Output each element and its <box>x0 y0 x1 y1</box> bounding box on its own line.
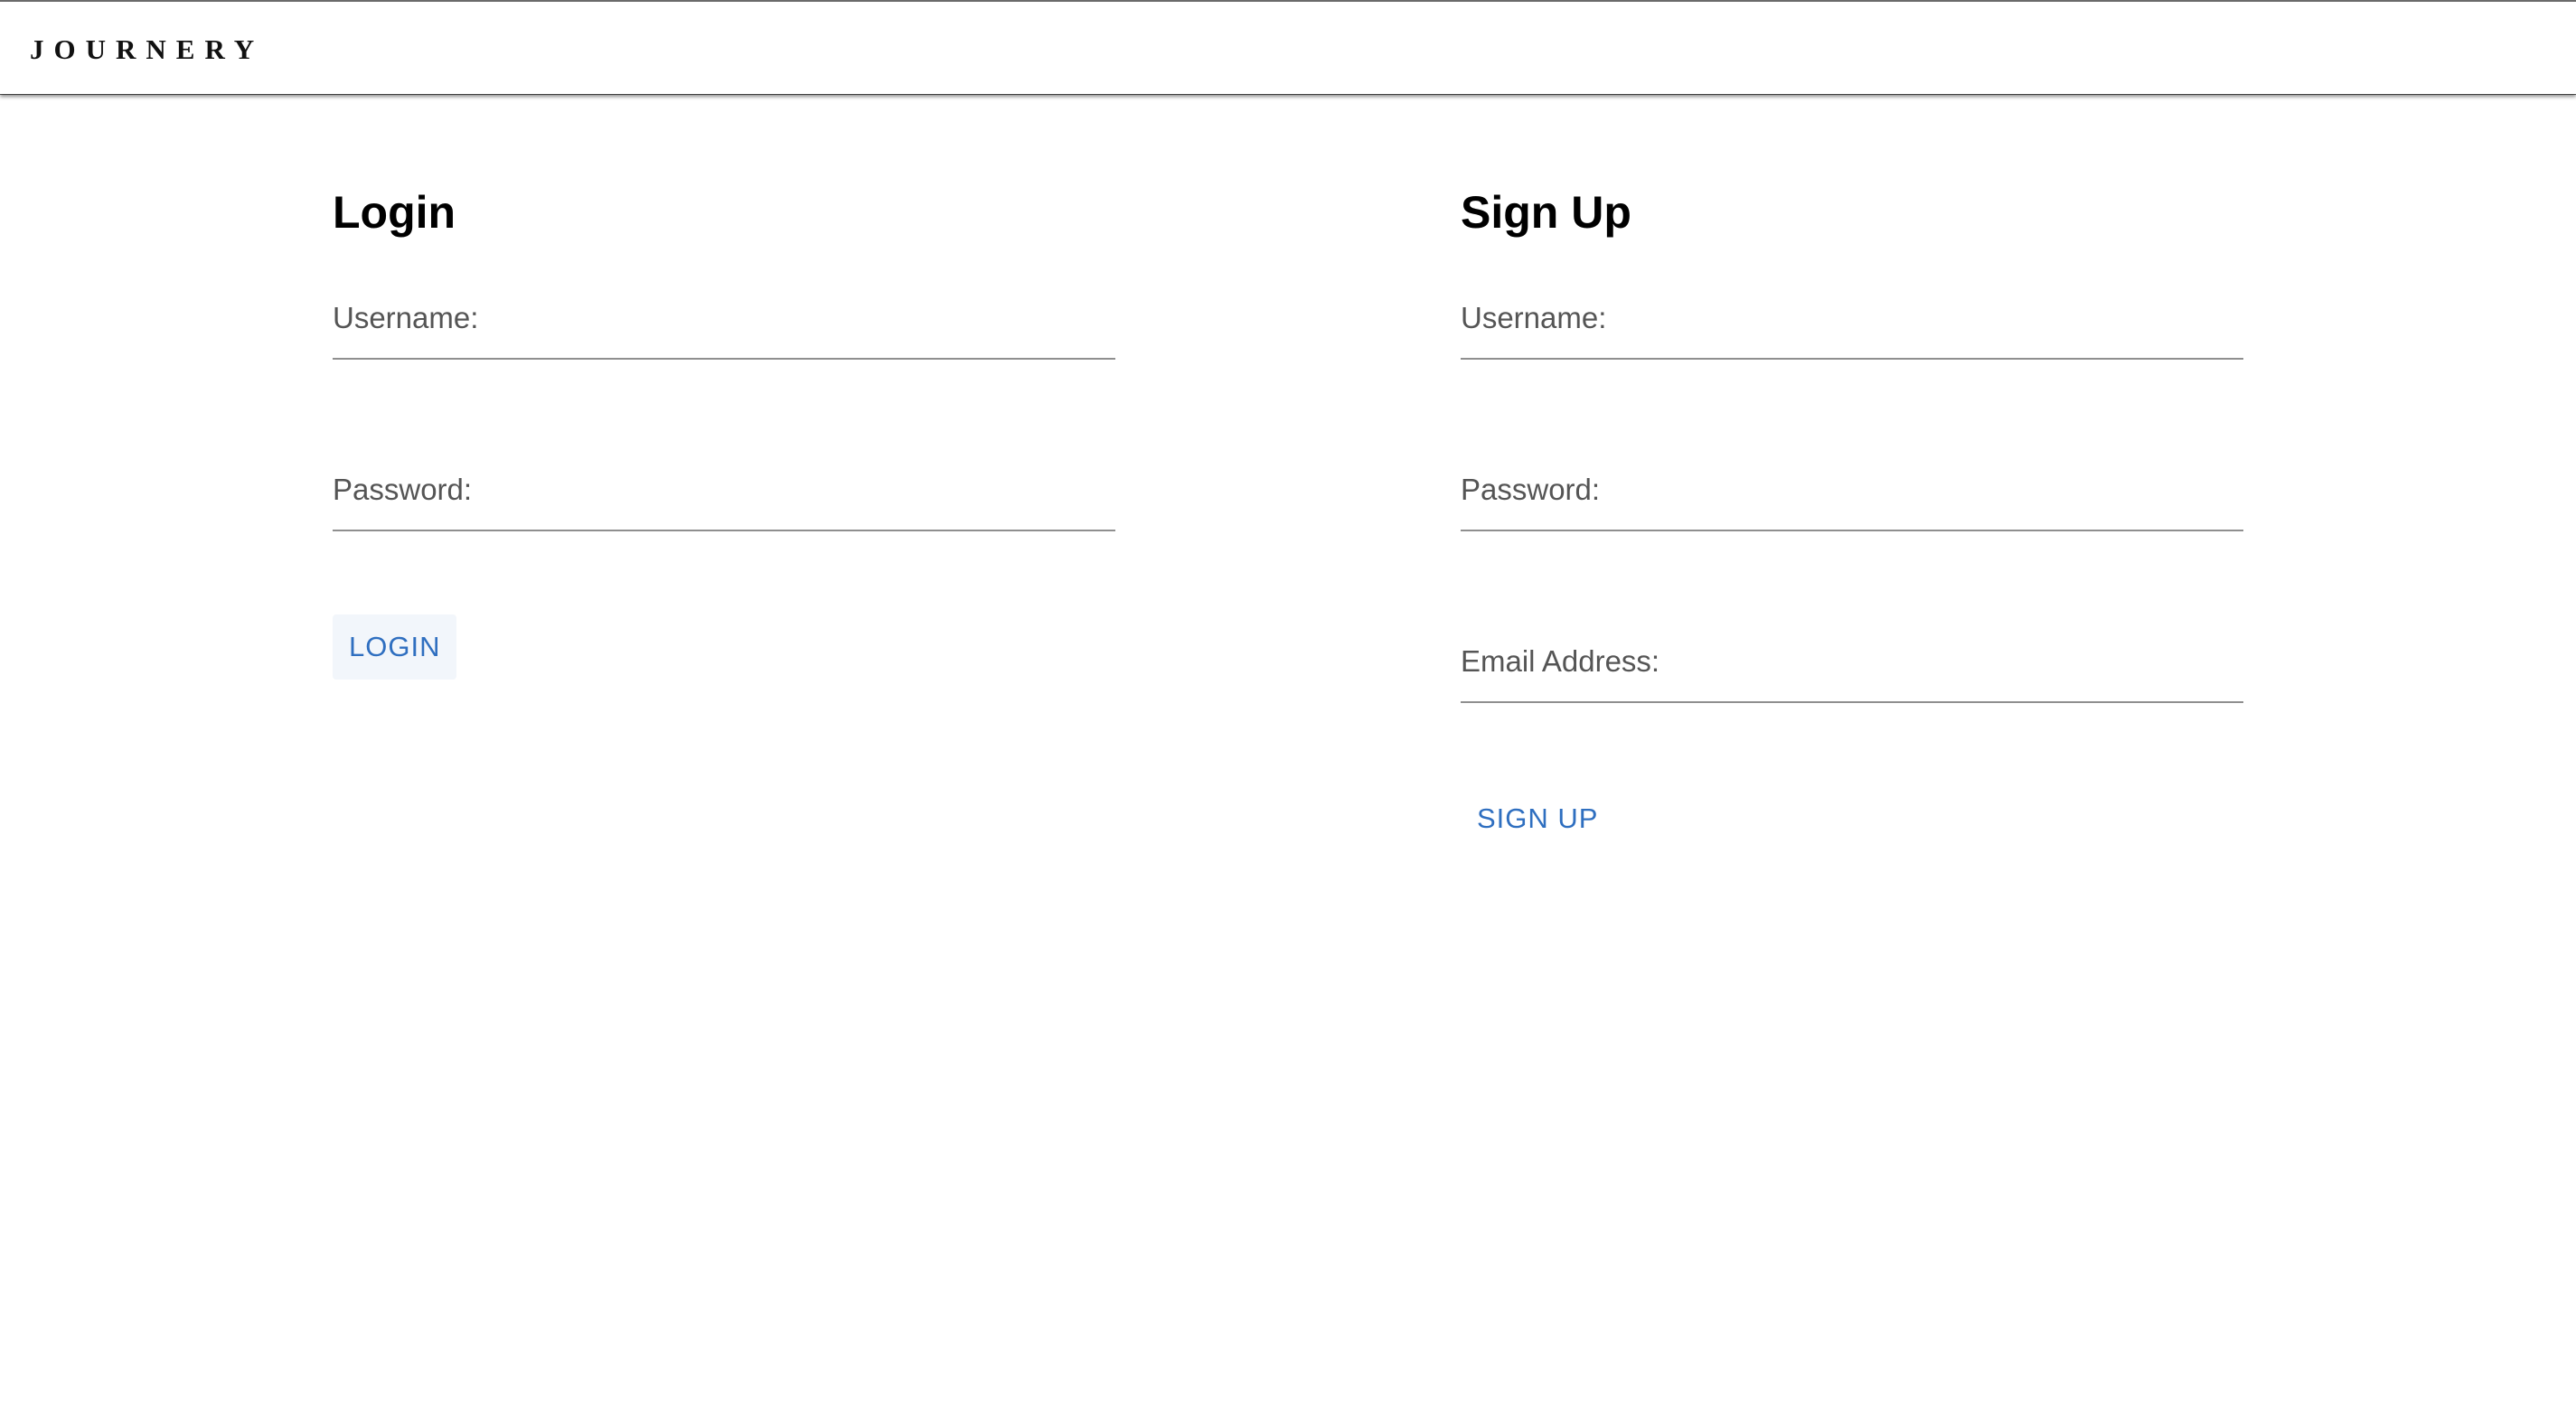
top-app-bar: JOURNERY <box>0 0 2576 94</box>
login-password-input[interactable] <box>333 530 1115 531</box>
signup-username-input[interactable] <box>1461 358 2243 360</box>
login-button[interactable]: LOGIN <box>333 614 457 680</box>
login-password-field: Password: <box>333 416 1115 587</box>
signup-username-label: Username: <box>1461 301 1607 334</box>
login-title: Login <box>333 187 456 238</box>
login-username-label: Username: <box>333 301 479 334</box>
login-username-field: Username: <box>333 244 1115 416</box>
signup-email-input[interactable] <box>1461 701 2243 703</box>
signup-title: Sign Up <box>1461 187 1631 238</box>
signup-email-label: Email Address: <box>1461 644 1660 678</box>
signup-password-input[interactable] <box>1461 530 2243 531</box>
login-panel: Login Username: Password: LOGIN <box>333 181 1115 680</box>
brand-logo[interactable]: JOURNERY <box>30 32 264 68</box>
signup-password-label: Password: <box>1461 473 1601 506</box>
signup-button[interactable]: SIGN UP <box>1461 786 1614 851</box>
login-password-label: Password: <box>333 473 473 506</box>
signup-password-field: Password: <box>1461 416 2243 587</box>
signup-username-field: Username: <box>1461 244 2243 416</box>
signup-email-field: Email Address: <box>1461 587 2243 759</box>
signup-panel: Sign Up Username: Password: Email Addres… <box>1461 181 2243 834</box>
login-fields: Username: Password: <box>333 244 1115 587</box>
signup-fields: Username: Password: Email Address: <box>1461 244 2243 759</box>
login-username-input[interactable] <box>333 358 1115 360</box>
